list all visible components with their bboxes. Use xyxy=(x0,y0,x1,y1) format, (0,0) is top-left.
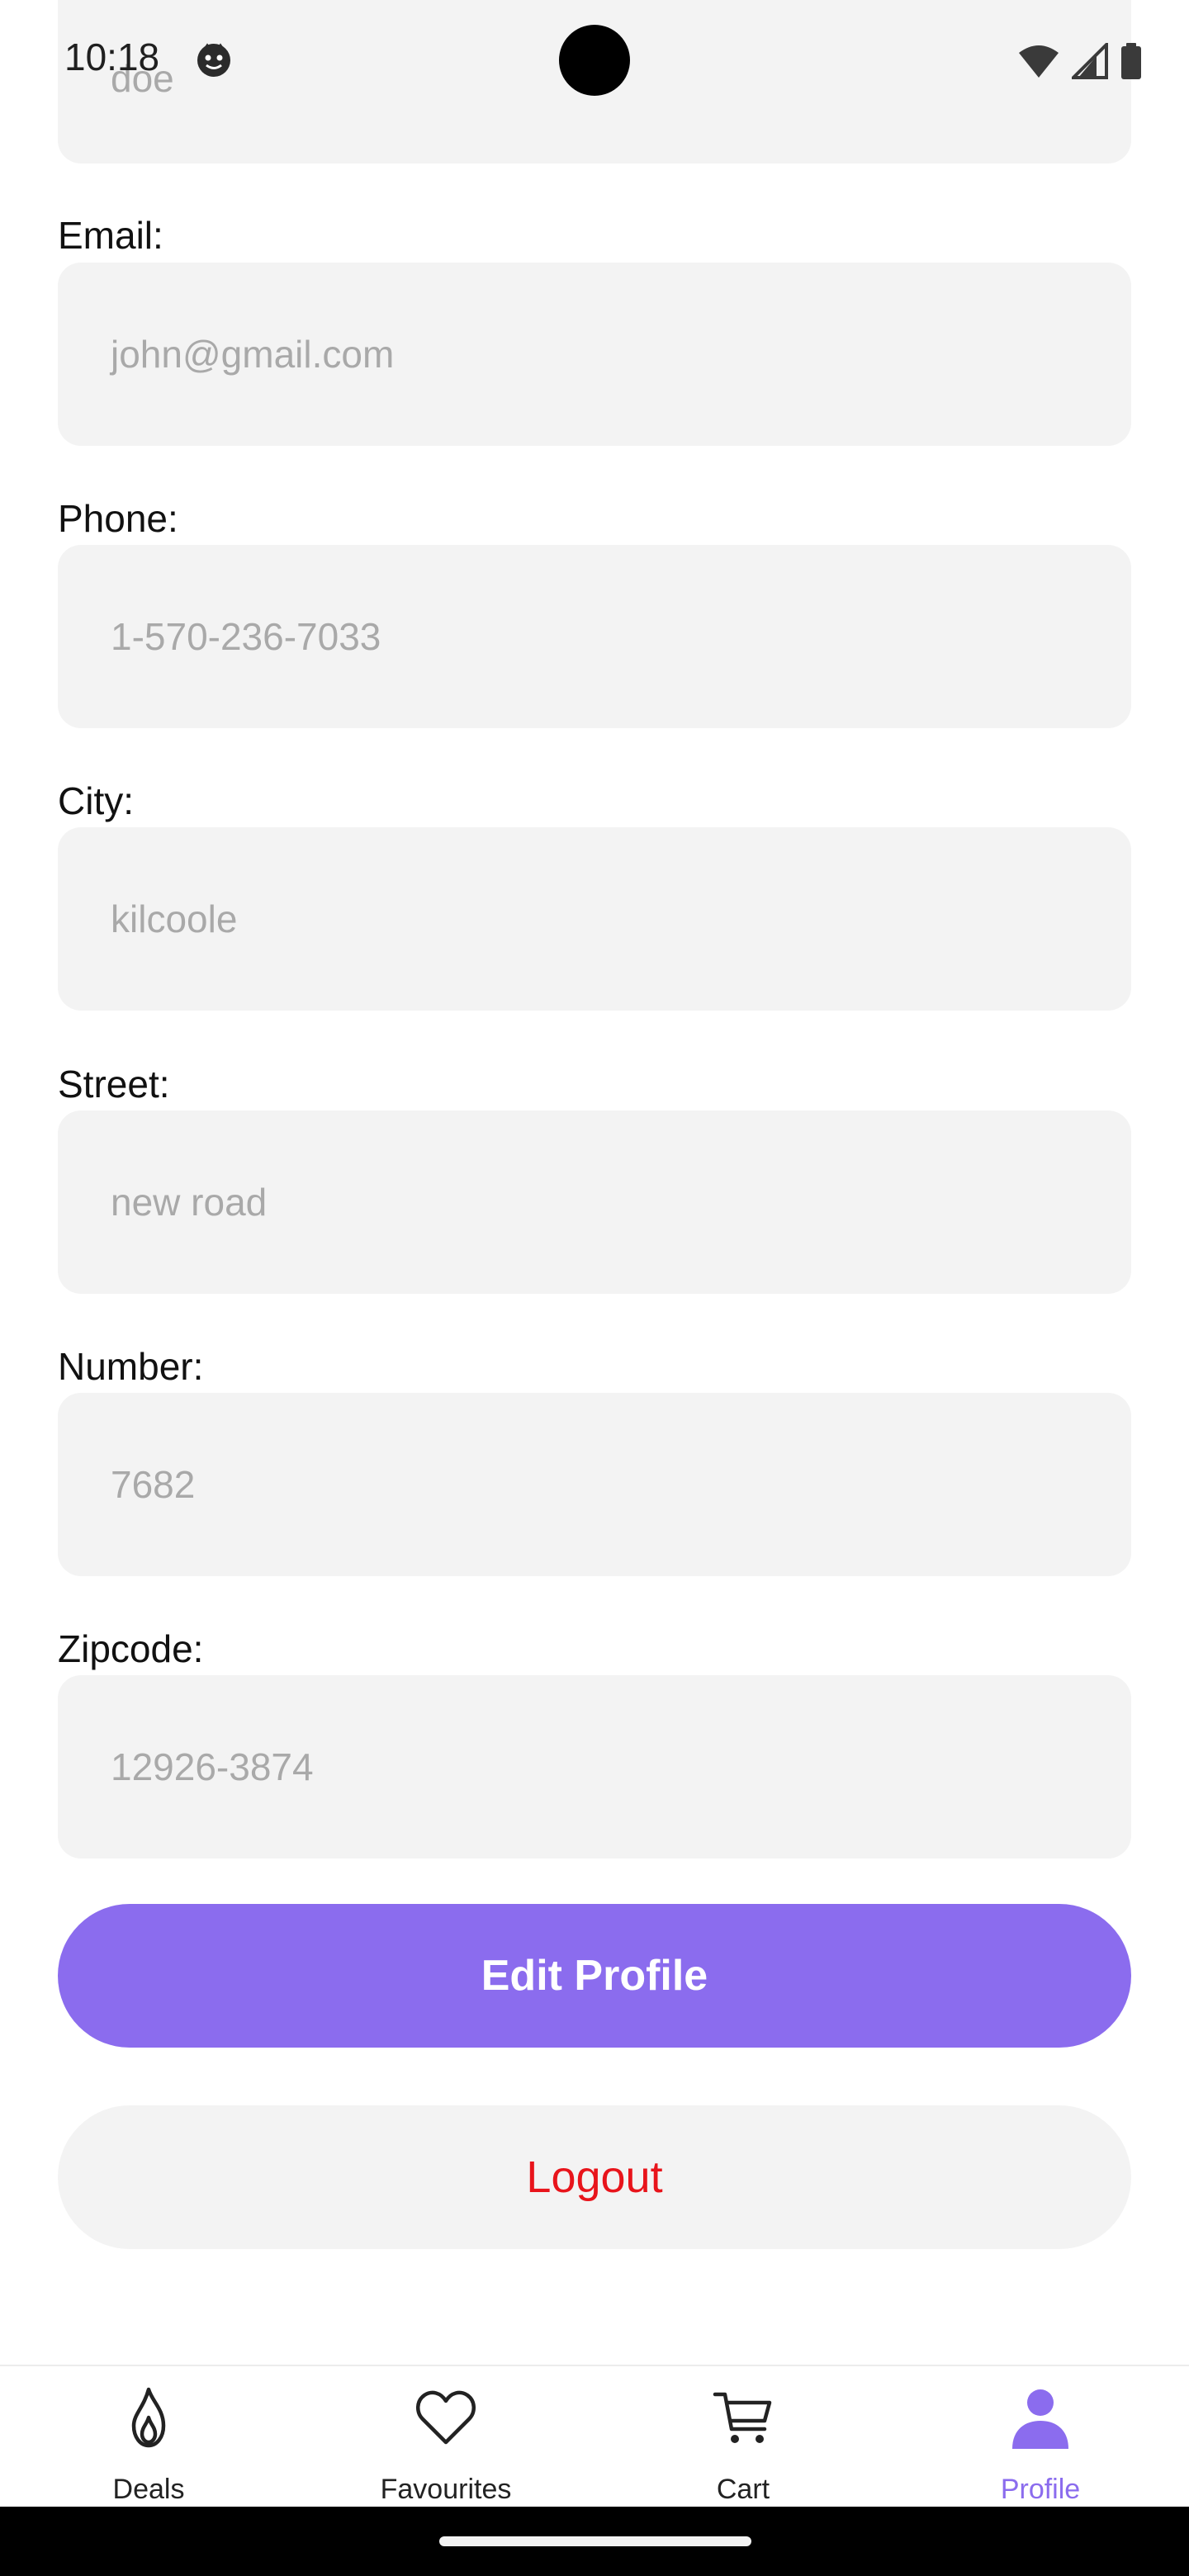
nav-item-profile[interactable]: Profile xyxy=(892,2366,1189,2507)
person-icon xyxy=(1012,2389,1068,2449)
city-field[interactable]: kilcoole xyxy=(58,827,1131,1011)
app-notification-icon xyxy=(197,43,230,77)
bottom-navigation: Deals Favourites Cart Profile xyxy=(0,2365,1189,2507)
street-label: Street: xyxy=(58,1063,170,1106)
number-label: Number: xyxy=(58,1345,204,1388)
edit-profile-button[interactable]: Edit Profile xyxy=(58,1904,1131,2048)
profile-screen: doe 10:18 Email: john@gmail.com Phone: 1… xyxy=(0,0,1189,2576)
battery-icon xyxy=(1121,43,1141,79)
home-gesture-handle[interactable] xyxy=(439,2536,751,2546)
number-value: 7682 xyxy=(111,1463,196,1506)
phone-value: 1-570-236-7033 xyxy=(111,615,381,658)
nav-item-favourites[interactable]: Favourites xyxy=(297,2366,594,2507)
nav-item-deals[interactable]: Deals xyxy=(0,2366,297,2507)
camera-cutout xyxy=(559,25,630,96)
phone-field[interactable]: 1-570-236-7033 xyxy=(58,545,1131,728)
heart-icon xyxy=(416,2390,476,2445)
status-icons xyxy=(1017,43,1143,79)
status-time: 10:18 xyxy=(64,36,160,78)
zipcode-field[interactable]: 12926-3874 xyxy=(58,1675,1131,1859)
zipcode-label: Zipcode: xyxy=(58,1627,204,1670)
cart-icon xyxy=(713,2392,772,2443)
nav-label-deals: Deals xyxy=(112,2474,185,2505)
nav-item-cart[interactable]: Cart xyxy=(594,2366,892,2507)
status-bar: 10:18 xyxy=(0,0,1189,124)
email-label: Email: xyxy=(58,214,163,257)
nav-label-profile: Profile xyxy=(1000,2474,1081,2505)
email-value: john@gmail.com xyxy=(111,333,395,376)
nav-label-favourites: Favourites xyxy=(380,2474,512,2505)
nav-label-cart: Cart xyxy=(716,2474,770,2505)
zipcode-value: 12926-3874 xyxy=(111,1745,314,1788)
logout-button[interactable]: Logout xyxy=(58,2105,1131,2249)
street-value: new road xyxy=(111,1181,268,1224)
phone-label: Phone: xyxy=(58,497,178,540)
signal-icon xyxy=(1072,43,1108,79)
gesture-navigation-bar xyxy=(0,2507,1189,2576)
number-field[interactable]: 7682 xyxy=(58,1393,1131,1576)
email-field[interactable]: john@gmail.com xyxy=(58,263,1131,446)
city-value: kilcoole xyxy=(111,897,238,940)
flame-icon xyxy=(131,2387,166,2448)
wifi-icon xyxy=(1019,45,1059,78)
street-field[interactable]: new road xyxy=(58,1110,1131,1294)
city-label: City: xyxy=(58,779,134,822)
